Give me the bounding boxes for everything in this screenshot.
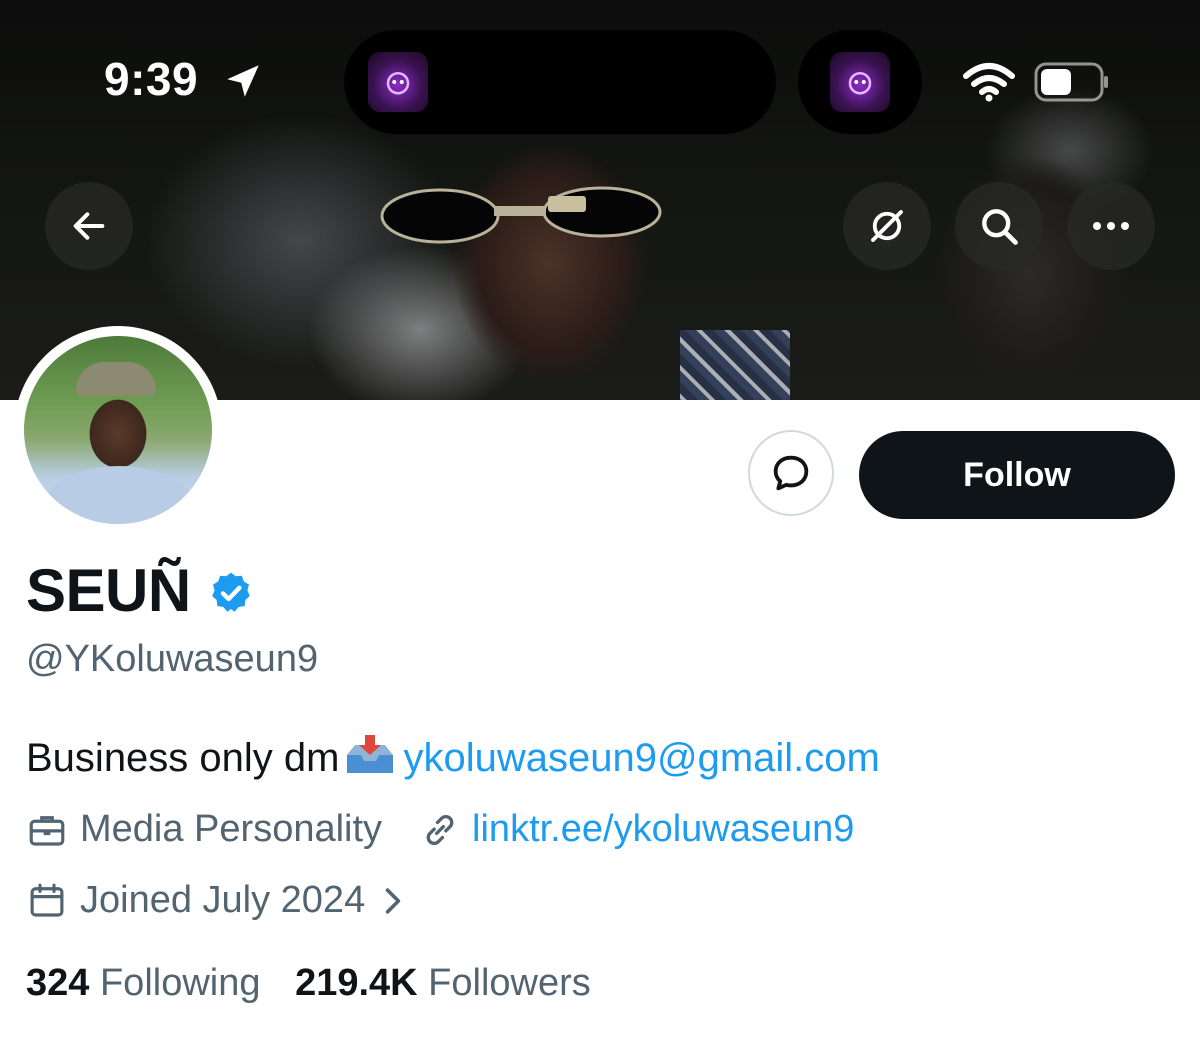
search-button[interactable] [955,182,1043,270]
dynamic-island [344,30,776,134]
banner-sunglasses [380,186,662,244]
battery-icon [1034,62,1108,102]
more-icon [1093,222,1129,230]
avatar-photo [24,336,212,524]
followers-label: Followers [428,962,591,1004]
inbox-tray-icon [347,735,394,773]
location-arrow-icon [227,65,259,97]
handle: @YKoluwaseun9 [26,638,319,680]
following-count: 324 [26,962,90,1004]
followers-count: 219.4K [295,962,418,1004]
link-icon [420,810,460,850]
bio-email-link[interactable]: ykoluwaseun9@gmail.com [403,736,879,780]
display-name: SEUÑ [26,557,191,624]
message-icon [773,455,809,491]
dynamic-island-right [798,30,922,134]
chevron-right-icon [379,883,407,919]
name-row: SEUÑ [26,556,255,625]
calendar-icon [26,880,68,922]
follow-button[interactable]: Follow [859,431,1175,519]
avatar-cap [76,362,156,396]
banner-plaid-shirt [680,330,790,400]
briefcase-icon [26,809,68,851]
profile-category: Media Personality [80,808,383,850]
more-options-button[interactable] [1067,182,1155,270]
meta-row-category-website: Media Personality linktr.ee/ykoluwaseun9 [26,808,854,851]
following-stat[interactable]: 324 Following [26,962,261,1004]
search-icon [982,209,1018,245]
banner-main-person [410,110,690,400]
wifi-icon [963,63,1015,102]
joined-date: Joined July 2024 [80,879,366,921]
follow-stats: 324 Following 219.4K Followers [26,962,591,1005]
avatar-shirt [44,466,194,524]
message-button[interactable] [748,430,834,516]
joined-row[interactable]: Joined July 2024 [26,879,419,922]
unfollow-list-icon [871,210,903,242]
back-button[interactable] [45,182,133,270]
bio: Business only dm ykoluwaseun9@gmail.com [26,733,880,781]
status-time: 9:39 [104,53,199,105]
app-icon [368,52,428,112]
verified-badge-icon[interactable] [207,569,255,617]
bio-text: Business only dm [26,736,340,780]
followers-stat[interactable]: 219.4K Followers [295,962,591,1004]
unfollow-list-button[interactable] [843,182,931,270]
website-link[interactable]: linktr.ee/ykoluwaseun9 [472,808,854,851]
avatar[interactable] [14,326,222,534]
back-arrow-icon [73,212,105,240]
following-label: Following [99,962,261,1004]
app-icon [830,52,890,112]
